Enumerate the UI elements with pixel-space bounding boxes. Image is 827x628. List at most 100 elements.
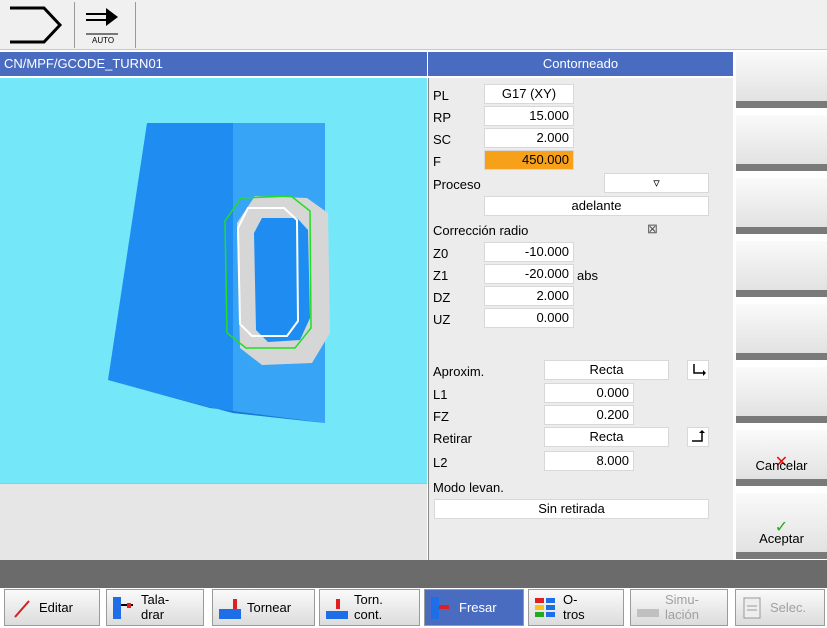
param-row-z0: Z0 -10.000 bbox=[429, 242, 734, 264]
param-row-direction: adelante bbox=[429, 196, 734, 218]
uz-label: UZ bbox=[433, 312, 451, 327]
z1-label: Z1 bbox=[433, 268, 449, 283]
param-row-z1: Z1 -20.000 abs bbox=[429, 264, 734, 286]
taladrar-label: Tala-drar bbox=[141, 592, 169, 622]
selec-label: Selec. bbox=[770, 600, 807, 615]
other-cycles-icon bbox=[535, 598, 555, 617]
status-bar bbox=[0, 560, 827, 588]
dialog-title: Contorneado bbox=[428, 52, 733, 76]
z1-unit[interactable]: abs bbox=[577, 268, 598, 283]
param-row-pl: PL G17 (XY) bbox=[429, 84, 734, 106]
milling-icon bbox=[431, 597, 449, 619]
param-row-fz: FZ 0.200 bbox=[429, 405, 734, 427]
rp-label: RP bbox=[433, 110, 452, 125]
parameter-panel: PL G17 (XY) RP 15.000 SC 2.000 F 450.000… bbox=[428, 78, 733, 560]
proceso-select[interactable]: ▿ bbox=[604, 173, 709, 193]
program-path-title: CN/MPF/GCODE_TURN01 bbox=[0, 52, 427, 76]
retirar-select[interactable]: Recta bbox=[544, 427, 669, 447]
l1-label: L1 bbox=[433, 387, 448, 402]
fresar-label: Fresar bbox=[459, 600, 497, 615]
fz-field[interactable]: 0.200 bbox=[544, 405, 634, 425]
turning-icon bbox=[219, 599, 241, 619]
param-row-proceso: Proceso ▿ bbox=[429, 173, 734, 195]
taladrar-label-line2: drar bbox=[141, 607, 165, 622]
retract-path-icon[interactable] bbox=[687, 427, 709, 447]
fz-label: FZ bbox=[433, 409, 449, 424]
simulation-icon bbox=[637, 609, 659, 617]
param-row-retirar: Retirar Recta bbox=[429, 427, 734, 449]
top-toolbar: AUTO bbox=[0, 0, 827, 50]
simu-label-line2: lación bbox=[665, 607, 699, 622]
dz-field[interactable]: 2.000 bbox=[484, 286, 574, 306]
proceso-label: Proceso bbox=[433, 177, 481, 192]
nc-select-icon bbox=[743, 597, 761, 619]
machine-area-icon bbox=[10, 6, 63, 44]
workpiece-3d-icon bbox=[108, 123, 330, 423]
l1-field[interactable]: 0.000 bbox=[544, 383, 634, 403]
simu-label-line1: Simu- bbox=[665, 592, 699, 607]
param-row-modo: Modo levan. bbox=[429, 476, 734, 498]
correccion-label: Corrección radio bbox=[433, 223, 529, 238]
z0-label: Z0 bbox=[433, 246, 449, 261]
param-row-modo-value: Sin retirada bbox=[429, 499, 734, 521]
pencil-icon bbox=[14, 600, 30, 618]
l2-field[interactable]: 8.000 bbox=[544, 451, 634, 471]
direction-select[interactable]: adelante bbox=[484, 196, 709, 216]
f-label: F bbox=[433, 154, 441, 169]
sc-field[interactable]: 2.000 bbox=[484, 128, 574, 148]
dz-label: DZ bbox=[433, 290, 451, 305]
torn-cont-button[interactable]: Torn. cont. bbox=[319, 589, 420, 626]
otros-label-line2: tros bbox=[563, 607, 585, 622]
retirar-label: Retirar bbox=[433, 431, 473, 446]
torn-cont-label: Torn. cont. bbox=[354, 592, 383, 622]
taladrar-label-line1: Tala- bbox=[141, 592, 170, 607]
tornear-label: Tornear bbox=[247, 600, 292, 615]
l2-label: L2 bbox=[433, 455, 448, 470]
otros-button[interactable]: O-tros bbox=[528, 589, 624, 626]
torn-label-line1: Torn. bbox=[354, 592, 383, 607]
aproxim-label: Aproxim. bbox=[433, 364, 485, 379]
right-softkey-1[interactable] bbox=[736, 52, 827, 108]
sc-label: SC bbox=[433, 132, 452, 147]
rp-field[interactable]: 15.000 bbox=[484, 106, 574, 126]
editar-label: Editar bbox=[39, 600, 73, 615]
cancel-label: Cancelar bbox=[755, 458, 808, 473]
machine-area-button[interactable] bbox=[0, 2, 75, 48]
aproxim-select[interactable]: Recta bbox=[544, 360, 669, 380]
correccion-toggle-icon[interactable]: ⊠ bbox=[647, 221, 658, 237]
param-row-correccion: Corrección radio ⊠ bbox=[429, 219, 734, 241]
modo-select[interactable]: Sin retirada bbox=[434, 499, 709, 519]
accept-button[interactable]: ✓ Aceptar bbox=[736, 493, 827, 559]
z1-field[interactable]: -20.000 bbox=[484, 264, 574, 284]
auto-label: AUTO bbox=[92, 36, 115, 45]
param-row-sc: SC 2.000 bbox=[429, 128, 734, 150]
simulacion-label: Simu-lación bbox=[665, 592, 699, 622]
uz-field[interactable]: 0.000 bbox=[484, 308, 574, 328]
param-row-l2: L2 8.000 bbox=[429, 451, 734, 473]
auto-mode-button[interactable]: AUTO bbox=[76, 2, 136, 48]
drill-icon bbox=[113, 597, 133, 619]
f-field[interactable]: 450.000 bbox=[484, 150, 574, 170]
param-row-uz: UZ 0.000 bbox=[429, 308, 734, 330]
fresar-button[interactable]: Fresar bbox=[424, 589, 524, 626]
editar-button[interactable]: Editar bbox=[4, 589, 100, 626]
approach-path-icon[interactable] bbox=[687, 360, 709, 380]
graphic-lower-area bbox=[0, 483, 427, 560]
param-row-rp: RP 15.000 bbox=[429, 106, 734, 128]
right-softkey-4[interactable] bbox=[736, 241, 827, 297]
otros-label: O-tros bbox=[563, 592, 585, 622]
taladrar-button[interactable]: Tala-drar bbox=[106, 589, 204, 626]
modo-label: Modo levan. bbox=[433, 480, 504, 495]
simulacion-button[interactable]: Simu-lación bbox=[630, 589, 728, 626]
right-softkey-5[interactable] bbox=[736, 304, 827, 360]
right-softkey-6[interactable] bbox=[736, 367, 827, 423]
tornear-button[interactable]: Tornear bbox=[212, 589, 315, 626]
selec-button[interactable]: Selec. bbox=[735, 589, 825, 626]
pl-field[interactable]: G17 (XY) bbox=[484, 84, 574, 104]
right-softkey-3[interactable] bbox=[736, 178, 827, 234]
right-softkey-2[interactable] bbox=[736, 115, 827, 171]
cancel-button[interactable]: ✕ Cancelar bbox=[736, 430, 827, 486]
z0-field[interactable]: -10.000 bbox=[484, 242, 574, 262]
pl-label: PL bbox=[433, 88, 449, 103]
otros-label-line1: O- bbox=[563, 592, 578, 607]
